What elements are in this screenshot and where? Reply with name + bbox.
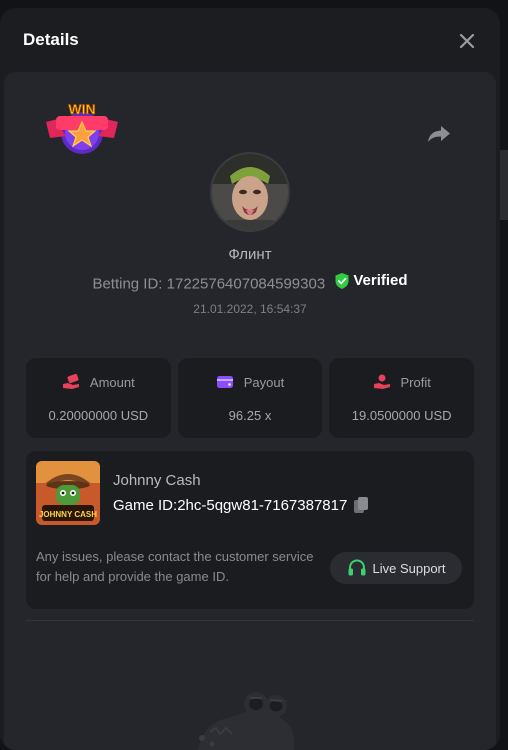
- live-support-button[interactable]: Live Support: [330, 552, 462, 584]
- share-button[interactable]: [427, 124, 451, 144]
- stat-amount-value: 0.20000000 USD: [48, 408, 149, 423]
- live-support-label: Live Support: [372, 560, 446, 576]
- stat-amount-label: Amount: [89, 374, 135, 390]
- crocodile-mascot-icon: [190, 682, 300, 750]
- verified-label: Verified: [353, 272, 408, 289]
- verified-badge: Verified: [335, 272, 408, 289]
- close-icon: [459, 33, 475, 49]
- stat-profit: Profit 19.0500000 USD: [329, 358, 475, 438]
- shield-check-icon: [335, 272, 349, 289]
- win-badge-text: WIN: [68, 101, 95, 117]
- stat-payout: Payout 96.25 x: [177, 358, 323, 438]
- stat-profit-label: Profit: [400, 374, 431, 390]
- username: Флинт: [228, 246, 272, 263]
- stat-payout-head: Payout: [178, 374, 323, 390]
- betting-id-label: Betting ID:: [92, 275, 163, 293]
- bet-details-panel: WIN Флинт Betting ID: 172257640708459930…: [4, 72, 496, 750]
- modal-title: Details: [23, 30, 79, 49]
- divider: [26, 620, 474, 621]
- bet-date: 21.01.2022, 16:54:37: [193, 302, 307, 316]
- betting-id-value: 1722576407084599303: [166, 275, 326, 293]
- headset-icon: [348, 559, 365, 576]
- game-id-label: Game ID:: [113, 496, 178, 514]
- stat-profit-value: 19.0500000 USD: [351, 408, 452, 423]
- game-id-row: Game ID: 2hc-5qgw81-7167387817: [113, 496, 369, 514]
- copy-icon: [354, 497, 369, 513]
- avatar: [210, 152, 290, 232]
- game-card: JOHNNY CASH Johnny Cash Game ID: 2hc-5qgw…: [26, 451, 474, 609]
- details-modal: Details WIN Флинт Betting ID: 1722576407…: [0, 8, 500, 750]
- stat-amount-head: Amount: [26, 374, 171, 390]
- copy-button[interactable]: [353, 496, 369, 514]
- wallet-icon: [216, 376, 233, 388]
- hand-money-icon: [62, 374, 79, 389]
- support-help-text: Any issues, please contact the customer …: [36, 549, 314, 584]
- stat-payout-label: Payout: [243, 374, 285, 390]
- game-thumb-caption: JOHNNY CASH: [39, 510, 97, 519]
- share-icon: [428, 126, 450, 142]
- betting-id-row: Betting ID: 1722576407084599303 Verified: [4, 272, 496, 293]
- game-name: Johnny Cash: [113, 472, 201, 489]
- modal-header: Details: [0, 8, 500, 72]
- game-id-value: 2hc-5qgw81-7167387817: [177, 496, 348, 514]
- stats-row: Amount 0.20000000 USD Payout 96.25 x Pro…: [26, 358, 475, 438]
- win-badge: WIN: [42, 100, 122, 156]
- stat-payout-value: 96.25 x: [228, 408, 272, 423]
- hand-coin-icon: [373, 374, 390, 389]
- close-button[interactable]: [456, 30, 478, 52]
- game-thumbnail[interactable]: JOHNNY CASH: [36, 461, 100, 525]
- stat-amount: Amount 0.20000000 USD: [26, 358, 171, 438]
- stat-profit-head: Profit: [329, 374, 474, 390]
